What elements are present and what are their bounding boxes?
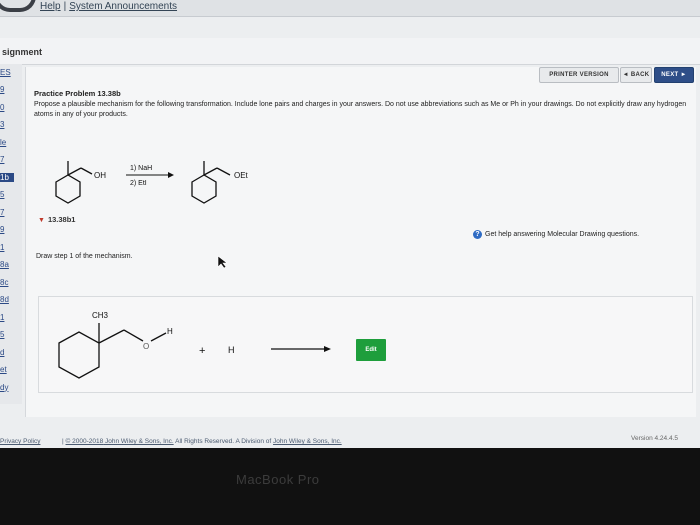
problem-title: Practice Problem 13.38b (34, 89, 121, 98)
rights-text: All Rights Reserved. A Division of (175, 438, 272, 445)
step-h-label: H (167, 327, 173, 336)
nav-item[interactable]: et (0, 365, 14, 374)
step-ring (58, 331, 100, 379)
edit-button[interactable]: Edit (356, 339, 386, 361)
footer-separator: | (62, 438, 64, 445)
content-panel: PRINTER VERSION ◄ BACK NEXT ► Practice P… (25, 67, 696, 417)
help-text[interactable]: Get help answering Molecular Drawing que… (485, 231, 639, 238)
nav-item[interactable]: 1 (0, 243, 14, 252)
plus-sign: + (199, 345, 205, 357)
version-text: Version 4.24.4.5 (631, 435, 678, 442)
nav-item[interactable]: dy (0, 383, 14, 392)
nav-item[interactable]: 8d (0, 295, 14, 304)
copyright-prefix: © 2000-2018 (65, 438, 104, 445)
back-button[interactable]: ◄ BACK (620, 67, 652, 83)
step-o-label: O (143, 342, 149, 351)
company-link[interactable]: John Wiley & Sons, Inc. (273, 438, 342, 445)
step-arrowhead (324, 346, 331, 352)
copyright-text: | © 2000-2018 John Wiley & Sons, Inc. Al… (62, 438, 342, 445)
device-label: MacBook Pro (236, 472, 320, 487)
nav-item[interactable]: 7 (0, 155, 14, 164)
link-separator: | (63, 1, 67, 12)
nav-item[interactable]: 7 (0, 208, 14, 217)
product-o-bond (216, 167, 231, 176)
reagent-1: 1) NaH (130, 165, 152, 172)
product-oet-label: OEt (234, 171, 249, 180)
left-nav: ES 9 0 3 le 7 1b 5 7 9 1 8a 8c 8d 1 5 d et dy (0, 64, 22, 404)
reactant-o-bond (80, 167, 93, 175)
next-button[interactable]: NEXT ► (654, 67, 694, 83)
nav-item[interactable]: 0 (0, 103, 14, 112)
step-oh-bond (150, 332, 167, 342)
reaction-arrowhead (168, 172, 174, 178)
laptop-bezel (0, 448, 700, 525)
reactant-molecule (55, 161, 93, 204)
mechanism-drawing-svg: CH3 O H + H (58, 311, 331, 379)
nav-item[interactable]: d (0, 348, 14, 357)
step-ch3-label: CH3 (92, 311, 109, 320)
reactant-ring (55, 174, 81, 204)
assignment-bar: signment (0, 38, 700, 65)
molecule-drawing-area[interactable]: CH3 O H + H Edit (38, 296, 693, 393)
problem-text: Propose a plausible mechanism for the fo… (34, 101, 687, 118)
top-links: Help | System Announcements (40, 1, 177, 12)
system-announcements-link[interactable]: System Announcements (69, 1, 177, 12)
reaction-scheme: OH 1) NaH 2) EtI OEt (26, 122, 356, 212)
nav-item[interactable]: 1b (0, 172, 14, 182)
mouse-cursor-shape (217, 255, 228, 269)
step-label: Draw step 1 of the mechanism. (36, 253, 133, 260)
subpart-header[interactable]: ▼ 13.38b1 (38, 215, 75, 224)
privacy-policy-link[interactable]: Privacy Policy (0, 438, 40, 445)
nav-item[interactable]: 9 (0, 85, 14, 94)
assignment-title: signment (2, 47, 43, 57)
hydride-label: H (228, 345, 235, 355)
app-screen: Help | System Announcements signment ES 9 0 3… (0, 0, 700, 448)
reactant-oh-label: OH (94, 171, 106, 180)
reactant-ch2-bond (67, 167, 82, 176)
nav-item[interactable]: 1 (0, 313, 14, 322)
help-link[interactable]: Help (40, 1, 61, 12)
mouse-cursor-icon (217, 255, 228, 269)
top-strip: Help | System Announcements (0, 0, 700, 17)
step-molecule (58, 323, 167, 379)
nav-item[interactable]: 5 (0, 330, 14, 339)
nav-item[interactable]: ES (0, 68, 14, 77)
printer-version-button[interactable]: PRINTER VERSION (539, 67, 619, 83)
logo-mark (0, 0, 36, 12)
collapse-triangle-icon[interactable]: ▼ (38, 217, 45, 224)
nav-item[interactable]: 9 (0, 225, 14, 234)
reagent-2: 2) EtI (130, 180, 147, 187)
nav-item[interactable]: 5 (0, 190, 14, 199)
product-molecule (191, 161, 231, 204)
help-link-row[interactable]: ? Get help answering Molecular Drawing qu… (473, 230, 639, 239)
step-o-bond (123, 329, 144, 342)
product-ch2-bond (203, 167, 218, 176)
copyright-link[interactable]: © 2000-2018 John Wiley & Sons, Inc. (66, 438, 174, 445)
reaction-svg: OH 1) NaH 2) EtI OEt (55, 161, 249, 204)
step-ch2-bond (98, 329, 125, 344)
product-ring (191, 174, 217, 204)
nav-item[interactable]: 8c (0, 278, 14, 287)
nav-item[interactable]: 3 (0, 120, 14, 129)
copyright-company: John Wiley & Sons, Inc. (105, 438, 174, 445)
help-question-icon[interactable]: ? (473, 230, 482, 239)
subpart-label: 13.38b1 (47, 215, 76, 224)
nav-item[interactable]: 8a (0, 260, 14, 269)
nav-item[interactable]: le (0, 138, 14, 147)
